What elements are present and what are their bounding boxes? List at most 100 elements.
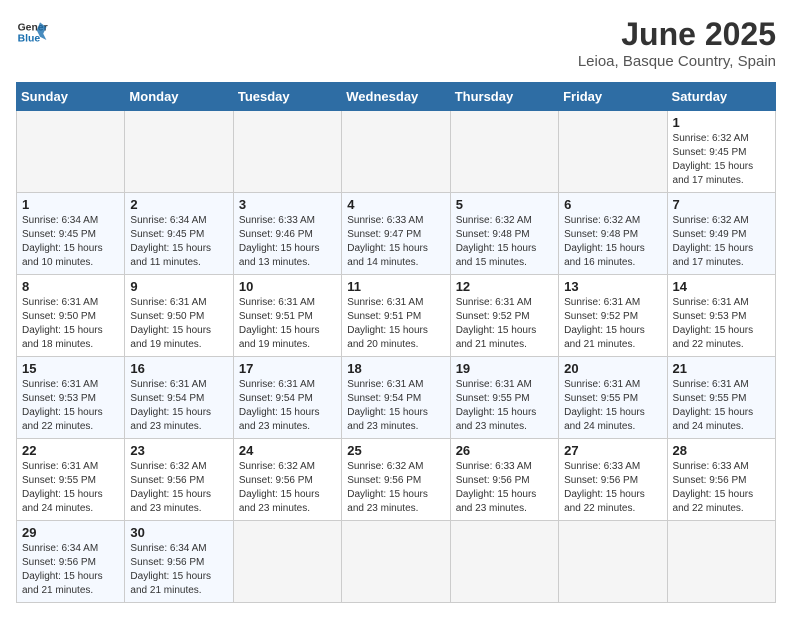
day-detail: Sunrise: 6:31 AMSunset: 9:50 PMDaylight:… bbox=[130, 296, 227, 352]
calendar-cell: 25 Sunrise: 6:32 AMSunset: 9:56 PMDayligh… bbox=[342, 439, 450, 521]
weekday-header-saturday: Saturday bbox=[667, 83, 775, 111]
day-number: 20 bbox=[564, 361, 661, 376]
day-detail: Sunrise: 6:31 AMSunset: 9:55 PMDaylight:… bbox=[564, 378, 661, 434]
weekday-header-monday: Monday bbox=[125, 83, 233, 111]
calendar-cell: 17 Sunrise: 6:31 AMSunset: 9:54 PMDayligh… bbox=[233, 357, 341, 439]
calendar-cell: 24 Sunrise: 6:32 AMSunset: 9:56 PMDayligh… bbox=[233, 439, 341, 521]
day-detail: Sunrise: 6:31 AMSunset: 9:52 PMDaylight:… bbox=[564, 296, 661, 352]
day-number: 14 bbox=[673, 279, 770, 294]
day-detail: Sunrise: 6:33 AMSunset: 9:47 PMDaylight:… bbox=[347, 214, 444, 270]
week-row-3: 8 Sunrise: 6:31 AMSunset: 9:50 PMDaylight… bbox=[17, 275, 776, 357]
calendar-cell bbox=[450, 521, 558, 603]
day-number: 17 bbox=[239, 361, 336, 376]
day-detail: Sunrise: 6:31 AMSunset: 9:55 PMDaylight:… bbox=[22, 460, 119, 516]
svg-text:Blue: Blue bbox=[18, 34, 41, 45]
week-row-4: 15Sunrise: 6:31 AMSunset: 9:53 PMDayligh… bbox=[17, 357, 776, 439]
day-number: 29 bbox=[22, 525, 119, 540]
calendar-cell: 13 Sunrise: 6:31 AMSunset: 9:52 PMDayligh… bbox=[559, 275, 667, 357]
calendar-cell: 15Sunrise: 6:31 AMSunset: 9:53 PMDayligh… bbox=[17, 357, 125, 439]
calendar-cell: 28Sunrise: 6:33 AMSunset: 9:56 PMDayligh… bbox=[667, 439, 775, 521]
day-detail: Sunrise: 6:33 AMSunset: 9:56 PMDaylight:… bbox=[564, 460, 661, 516]
day-number: 24 bbox=[239, 443, 336, 458]
calendar-cell: 4 Sunrise: 6:33 AMSunset: 9:47 PMDaylight… bbox=[342, 193, 450, 275]
day-number: 1 bbox=[22, 197, 119, 212]
day-number: 1 bbox=[673, 115, 770, 130]
day-number: 18 bbox=[347, 361, 444, 376]
day-detail: Sunrise: 6:34 AMSunset: 9:56 PMDaylight:… bbox=[22, 542, 119, 598]
calendar-cell bbox=[450, 111, 558, 193]
day-number: 8 bbox=[22, 279, 119, 294]
header: General Blue June 2025 Leioa, Basque Cou… bbox=[16, 16, 776, 70]
day-detail: Sunrise: 6:31 AMSunset: 9:54 PMDaylight:… bbox=[130, 378, 227, 434]
calendar-cell bbox=[342, 111, 450, 193]
calendar-table: SundayMondayTuesdayWednesdayThursdayFrid… bbox=[16, 82, 776, 603]
main-title: June 2025 bbox=[578, 16, 776, 53]
calendar-cell: 20 Sunrise: 6:31 AMSunset: 9:55 PMDayligh… bbox=[559, 357, 667, 439]
weekday-header-wednesday: Wednesday bbox=[342, 83, 450, 111]
calendar-cell: 22 Sunrise: 6:31 AMSunset: 9:55 PMDayligh… bbox=[17, 439, 125, 521]
day-number: 9 bbox=[130, 279, 227, 294]
day-number: 13 bbox=[564, 279, 661, 294]
day-number: 10 bbox=[239, 279, 336, 294]
day-number: 25 bbox=[347, 443, 444, 458]
day-detail: Sunrise: 6:33 AMSunset: 9:56 PMDaylight:… bbox=[456, 460, 553, 516]
weekday-header-sunday: Sunday bbox=[17, 83, 125, 111]
calendar-cell: 1 Sunrise: 6:32 AMSunset: 9:45 PMDaylight… bbox=[667, 111, 775, 193]
calendar-cell: 10 Sunrise: 6:31 AMSunset: 9:51 PMDayligh… bbox=[233, 275, 341, 357]
day-detail: Sunrise: 6:31 AMSunset: 9:55 PMDaylight:… bbox=[673, 378, 770, 434]
day-detail: Sunrise: 6:34 AMSunset: 9:45 PMDaylight:… bbox=[130, 214, 227, 270]
calendar-cell: 30 Sunrise: 6:34 AMSunset: 9:56 PMDayligh… bbox=[125, 521, 233, 603]
day-detail: Sunrise: 6:32 AMSunset: 9:56 PMDaylight:… bbox=[130, 460, 227, 516]
calendar-cell bbox=[17, 111, 125, 193]
day-detail: Sunrise: 6:31 AMSunset: 9:51 PMDaylight:… bbox=[239, 296, 336, 352]
calendar-cell: 18 Sunrise: 6:31 AMSunset: 9:54 PMDayligh… bbox=[342, 357, 450, 439]
day-number: 5 bbox=[456, 197, 553, 212]
calendar-cell: 12Sunrise: 6:31 AMSunset: 9:52 PMDayligh… bbox=[450, 275, 558, 357]
day-detail: Sunrise: 6:32 AMSunset: 9:56 PMDaylight:… bbox=[347, 460, 444, 516]
weekday-header-thursday: Thursday bbox=[450, 83, 558, 111]
day-detail: Sunrise: 6:31 AMSunset: 9:50 PMDaylight:… bbox=[22, 296, 119, 352]
calendar-cell: 2 Sunrise: 6:34 AMSunset: 9:45 PMDaylight… bbox=[125, 193, 233, 275]
day-number: 22 bbox=[22, 443, 119, 458]
day-detail: Sunrise: 6:31 AMSunset: 9:53 PMDaylight:… bbox=[673, 296, 770, 352]
logo: General Blue bbox=[16, 16, 48, 48]
calendar-cell: 9 Sunrise: 6:31 AMSunset: 9:50 PMDaylight… bbox=[125, 275, 233, 357]
day-number: 16 bbox=[130, 361, 227, 376]
day-number: 30 bbox=[130, 525, 227, 540]
calendar-cell: 23 Sunrise: 6:32 AMSunset: 9:56 PMDayligh… bbox=[125, 439, 233, 521]
weekday-header-tuesday: Tuesday bbox=[233, 83, 341, 111]
day-number: 26 bbox=[456, 443, 553, 458]
calendar-cell: 14 Sunrise: 6:31 AMSunset: 9:53 PMDayligh… bbox=[667, 275, 775, 357]
calendar-cell: 1Sunrise: 6:34 AMSunset: 9:45 PMDaylight… bbox=[17, 193, 125, 275]
weekday-header-row: SundayMondayTuesdayWednesdayThursdayFrid… bbox=[17, 83, 776, 111]
day-number: 12 bbox=[456, 279, 553, 294]
calendar-cell: 16 Sunrise: 6:31 AMSunset: 9:54 PMDayligh… bbox=[125, 357, 233, 439]
calendar-cell: 26 Sunrise: 6:33 AMSunset: 9:56 PMDayligh… bbox=[450, 439, 558, 521]
calendar-cell: 29 Sunrise: 6:34 AMSunset: 9:56 PMDayligh… bbox=[17, 521, 125, 603]
day-number: 23 bbox=[130, 443, 227, 458]
day-number: 7 bbox=[673, 197, 770, 212]
day-number: 19 bbox=[456, 361, 553, 376]
calendar-cell bbox=[125, 111, 233, 193]
calendar-cell bbox=[342, 521, 450, 603]
day-detail: Sunrise: 6:32 AMSunset: 9:56 PMDaylight:… bbox=[239, 460, 336, 516]
day-number: 2 bbox=[130, 197, 227, 212]
calendar-cell: 7Sunrise: 6:32 AMSunset: 9:49 PMDaylight… bbox=[667, 193, 775, 275]
day-detail: Sunrise: 6:31 AMSunset: 9:55 PMDaylight:… bbox=[456, 378, 553, 434]
day-detail: Sunrise: 6:34 AMSunset: 9:56 PMDaylight:… bbox=[130, 542, 227, 598]
day-detail: Sunrise: 6:31 AMSunset: 9:51 PMDaylight:… bbox=[347, 296, 444, 352]
calendar-cell: 8 Sunrise: 6:31 AMSunset: 9:50 PMDaylight… bbox=[17, 275, 125, 357]
week-row-5: 22 Sunrise: 6:31 AMSunset: 9:55 PMDayligh… bbox=[17, 439, 776, 521]
calendar-cell bbox=[559, 111, 667, 193]
calendar-cell: 21Sunrise: 6:31 AMSunset: 9:55 PMDayligh… bbox=[667, 357, 775, 439]
day-detail: Sunrise: 6:31 AMSunset: 9:54 PMDaylight:… bbox=[239, 378, 336, 434]
day-detail: Sunrise: 6:32 AMSunset: 9:48 PMDaylight:… bbox=[564, 214, 661, 270]
day-number: 27 bbox=[564, 443, 661, 458]
day-detail: Sunrise: 6:31 AMSunset: 9:53 PMDaylight:… bbox=[22, 378, 119, 434]
day-detail: Sunrise: 6:32 AMSunset: 9:45 PMDaylight:… bbox=[673, 132, 770, 188]
calendar-cell: 6Sunrise: 6:32 AMSunset: 9:48 PMDaylight… bbox=[559, 193, 667, 275]
day-number: 11 bbox=[347, 279, 444, 294]
day-detail: Sunrise: 6:31 AMSunset: 9:54 PMDaylight:… bbox=[347, 378, 444, 434]
day-number: 4 bbox=[347, 197, 444, 212]
day-number: 28 bbox=[673, 443, 770, 458]
